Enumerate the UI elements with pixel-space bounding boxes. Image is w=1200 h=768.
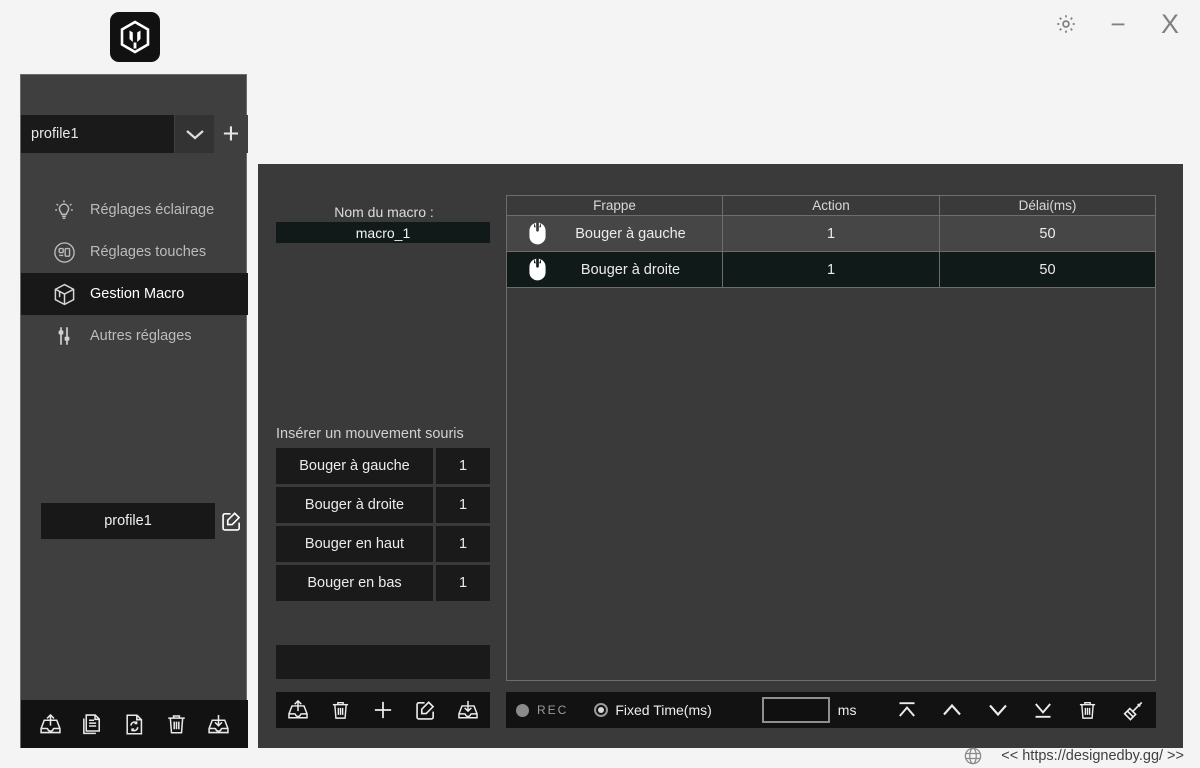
window-controls: − X [1050, 8, 1186, 40]
table-row[interactable]: Bouger à droite 1 50 [506, 252, 1156, 288]
page-footer: << https://designedby.gg/ >> [963, 746, 1184, 766]
move-to-bottom-icon[interactable] [1032, 700, 1054, 720]
clear-all-broom-icon[interactable] [1121, 698, 1146, 723]
macro-name-input[interactable]: macro_1 [276, 222, 490, 243]
move-right-value[interactable]: 1 [436, 487, 490, 523]
macro-controls-bar: REC Fixed Time(ms) ms [506, 692, 1156, 728]
move-down-button[interactable]: Bouger en bas [276, 565, 433, 601]
add-profile-button[interactable]: + [214, 115, 248, 153]
cell-frappe: Bouger à droite [506, 252, 723, 288]
sidebar-item-label: Réglages touches [90, 244, 207, 260]
macro-footer-toolbar [276, 692, 490, 728]
profile-list-item[interactable]: profile1 [41, 503, 215, 539]
cell-frappe: Bouger à gauche [506, 216, 723, 252]
fixed-time-label: Fixed Time(ms) [615, 702, 712, 718]
fixed-time-input[interactable] [761, 697, 830, 723]
table-header: Frappe Action Délai(ms) [506, 195, 1156, 216]
title-bar: − X [0, 0, 1200, 74]
move-down-value[interactable]: 1 [436, 565, 490, 601]
import-tray-icon[interactable] [456, 698, 480, 722]
move-to-top-icon[interactable] [896, 700, 918, 720]
cell-delai: 50 [940, 252, 1156, 288]
column-header-delai: Délai(ms) [940, 195, 1156, 216]
sidebar-nav: Réglages éclairage Réglages touches Gest… [21, 189, 248, 357]
chevron-down-icon[interactable] [174, 115, 214, 153]
export-tray-icon[interactable] [286, 698, 310, 722]
movement-row: Bouger en haut 1 [276, 526, 490, 562]
sidebar-item-label: Autres réglages [90, 328, 192, 344]
row-action-buttons [896, 698, 1146, 723]
record-label: REC [537, 703, 569, 717]
movement-row: Bouger à droite 1 [276, 487, 490, 523]
column-header-frappe: Frappe [506, 195, 723, 216]
sidebar-item-label: Gestion Macro [90, 286, 185, 302]
export-tray-icon[interactable] [38, 712, 63, 737]
edit-pencil-icon[interactable] [414, 699, 437, 722]
mouse-icon [519, 257, 555, 282]
document-copy-icon[interactable] [80, 712, 105, 737]
sidebar: profile1 + Réglages éclairage Réglages t… [20, 74, 248, 748]
move-up-button[interactable]: Bouger en haut [276, 526, 433, 562]
hexagon-logo-icon [110, 12, 160, 62]
cube-box-icon [51, 281, 77, 307]
sidebar-item-other[interactable]: Autres réglages [21, 315, 248, 357]
profile-name-input[interactable]: profile1 [21, 115, 174, 153]
import-tray-icon[interactable] [206, 712, 231, 737]
globe-icon [963, 746, 983, 766]
sidebar-item-label: Réglages éclairage [90, 202, 215, 218]
radio-selected-icon [594, 703, 609, 717]
lightbulb-icon [51, 197, 77, 223]
profile-selector: profile1 + [21, 115, 248, 153]
trash-icon[interactable] [1076, 699, 1099, 722]
macro-steps-table: Frappe Action Délai(ms) Bouger à gauche … [506, 195, 1156, 288]
cell-frappe-label: Bouger à droite [580, 261, 681, 278]
refresh-sync-icon[interactable] [122, 712, 147, 737]
movement-row: Bouger en bas 1 [276, 565, 490, 601]
move-down-icon[interactable] [986, 700, 1010, 720]
app-window: − X profile1 + Réglages éclairage Réglag… [0, 0, 1200, 768]
move-right-button[interactable]: Bouger à droite [276, 487, 433, 523]
trash-icon[interactable] [329, 699, 352, 722]
sidebar-footer-toolbar [21, 700, 248, 748]
record-dot-icon [516, 703, 529, 717]
move-left-value[interactable]: 1 [436, 448, 490, 484]
macro-name-label: Nom du macro : [334, 204, 434, 220]
column-header-action: Action [723, 195, 940, 216]
plus-icon[interactable] [371, 698, 395, 722]
sliders-icon [51, 323, 77, 349]
cell-frappe-label: Bouger à gauche [575, 225, 686, 242]
cell-action: 1 [723, 252, 940, 288]
mouse-movement-list: Bouger à gauche 1 Bouger à droite 1 Boug… [276, 448, 490, 604]
record-button[interactable]: REC [516, 703, 568, 717]
sidebar-item-keys[interactable]: Réglages touches [21, 231, 248, 273]
edit-pencil-icon[interactable] [215, 503, 248, 539]
sidebar-item-macro[interactable]: Gestion Macro [21, 273, 248, 315]
ms-unit-label: ms [837, 702, 857, 718]
macro-notes-field[interactable] [276, 645, 490, 679]
close-button[interactable]: X [1154, 8, 1186, 40]
mouse-icon [519, 221, 555, 246]
move-up-icon[interactable] [940, 700, 964, 720]
trash-icon[interactable] [164, 712, 189, 737]
minimize-button[interactable]: − [1102, 8, 1134, 40]
insert-movement-label: Insérer un mouvement souris [276, 426, 464, 442]
sidebar-item-lighting[interactable]: Réglages éclairage [21, 189, 248, 231]
gear-icon[interactable] [1050, 8, 1082, 40]
website-url[interactable]: << https://designedby.gg/ >> [1001, 748, 1184, 764]
fixed-time-radio[interactable]: Fixed Time(ms) [594, 702, 712, 718]
cell-action: 1 [723, 216, 940, 252]
cell-delai: 50 [940, 216, 1156, 252]
move-up-value[interactable]: 1 [436, 526, 490, 562]
move-left-button[interactable]: Bouger à gauche [276, 448, 433, 484]
table-row[interactable]: Bouger à gauche 1 50 [506, 216, 1156, 252]
movement-row: Bouger à gauche 1 [276, 448, 490, 484]
keyboard-circle-icon [51, 239, 77, 265]
selected-profile-row: profile1 [41, 503, 248, 539]
